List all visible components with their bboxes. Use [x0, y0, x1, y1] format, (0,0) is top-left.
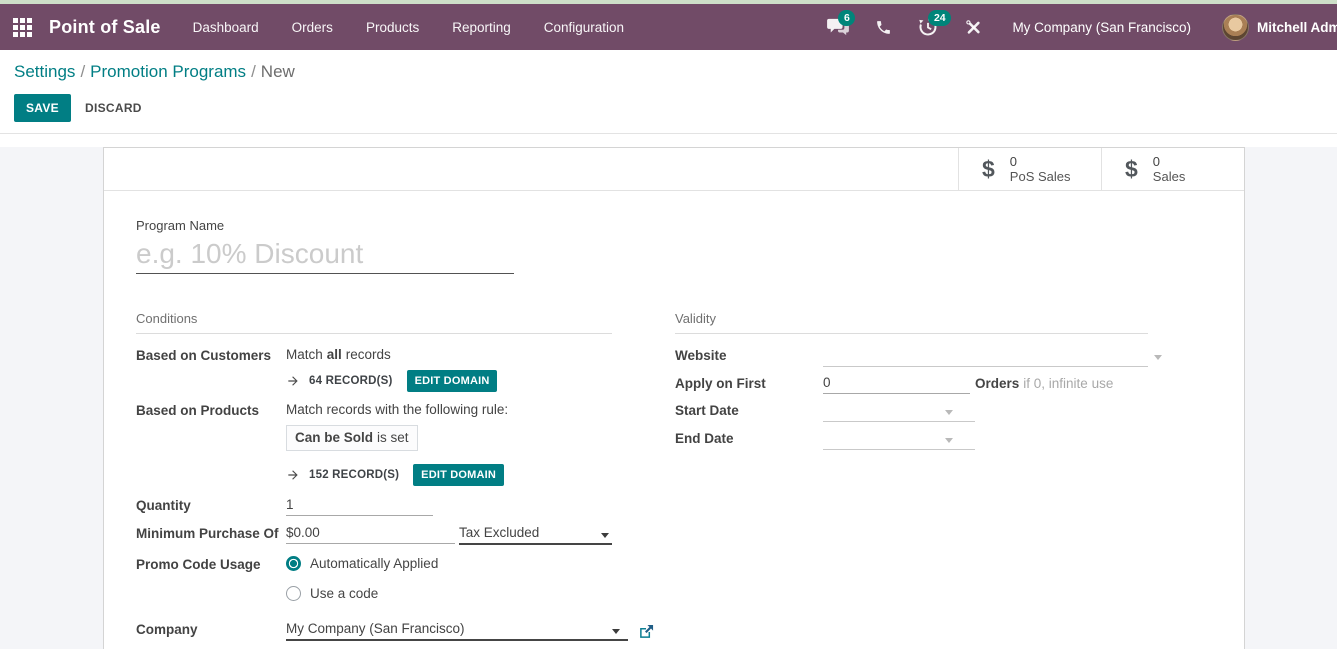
app-title[interactable]: Point of Sale [49, 17, 161, 38]
navbar-systray: 6 24 My Company [826, 14, 1337, 41]
radio-automatically-applied[interactable] [286, 556, 301, 571]
form-sheet: $ 0 PoS Sales $ 0 Sales Program Name [103, 147, 1245, 649]
caret-down-icon [612, 629, 620, 634]
content-area: $ 0 PoS Sales $ 0 Sales Program Name [0, 147, 1337, 649]
control-panel: Settings / Promotion Programs / New SAVE DIS… [0, 50, 1337, 134]
company-select[interactable]: My Company (San Francisco) [286, 621, 628, 641]
apps-menu-icon[interactable] [12, 17, 32, 37]
breadcrumb-separator: / [251, 62, 256, 81]
breadcrumb-settings[interactable]: Settings [14, 62, 75, 81]
promo-code-usage-label: Promo Code Usage [136, 556, 286, 572]
form-body: Program Name Conditions Based on Custome… [104, 191, 1244, 641]
nav-menu-configuration[interactable]: Configuration [544, 20, 624, 35]
apply-on-first-label: Apply on First [675, 375, 823, 391]
caret-down-icon [945, 438, 953, 443]
arrow-right-icon [286, 374, 300, 388]
breadcrumb-current: New [261, 62, 295, 81]
messages-button[interactable]: 6 [826, 15, 850, 39]
domain-rule-chip: Can be Soldis set [286, 425, 418, 451]
products-record-count-link[interactable]: 152 RECORD(S) [309, 469, 399, 481]
pos-sales-label: PoS Sales [1010, 169, 1071, 184]
minimum-purchase-label: Minimum Purchase Of [136, 525, 286, 541]
website-label: Website [675, 347, 823, 363]
dollar-icon: $ [982, 156, 995, 183]
breadcrumb-separator: / [80, 62, 85, 81]
arrow-right-icon [286, 468, 300, 482]
activities-badge: 24 [928, 10, 951, 26]
sales-label: Sales [1153, 169, 1186, 184]
validity-title: Validity [675, 311, 1148, 334]
caret-down-icon [1154, 355, 1162, 360]
end-date-label: End Date [675, 430, 823, 446]
breadcrumb-promotion-programs[interactable]: Promotion Programs [90, 62, 246, 81]
stat-button-sales[interactable]: $ 0 Sales [1101, 148, 1244, 190]
breadcrumb: Settings / Promotion Programs / New [14, 62, 1323, 82]
pos-sales-value: 0 [1010, 154, 1071, 169]
user-avatar [1222, 14, 1249, 41]
messages-badge: 6 [838, 10, 855, 26]
start-date-select[interactable] [823, 402, 975, 422]
based-on-products-label: Based on Products [136, 402, 286, 418]
discard-button[interactable]: DISCARD [85, 101, 142, 115]
sales-value: 0 [1153, 154, 1186, 169]
activities-button[interactable]: 24 [916, 15, 940, 39]
start-date-label: Start Date [675, 402, 823, 418]
company-external-link-icon[interactable] [639, 624, 654, 639]
website-select[interactable] [823, 347, 1148, 367]
form-action-buttons: SAVE DISCARD [14, 94, 1323, 122]
radio-automatically-applied-label[interactable]: Automatically Applied [310, 556, 438, 571]
minimum-purchase-input[interactable] [286, 525, 455, 544]
conditions-title: Conditions [136, 311, 612, 334]
products-match-text: Match records with the following rule: [286, 402, 508, 417]
radio-use-a-code-label[interactable]: Use a code [310, 586, 378, 601]
radio-use-a-code[interactable] [286, 586, 301, 601]
customers-record-count-link[interactable]: 64 RECORD(S) [309, 375, 393, 387]
tax-mode-select[interactable]: Tax Excluded [459, 525, 612, 545]
tools-button[interactable] [961, 15, 985, 39]
quantity-label: Quantity [136, 497, 286, 513]
nav-menus: Dashboard Orders Products Reporting Conf… [193, 20, 624, 35]
customers-edit-domain-button[interactable]: EDIT DOMAIN [407, 370, 498, 392]
main-navbar: Point of Sale Dashboard Orders Products … [0, 4, 1337, 50]
save-button[interactable]: SAVE [14, 94, 71, 122]
company-label: Company [136, 621, 286, 637]
apply-on-first-suffix: Ordersif 0, infinite use [975, 375, 1113, 391]
customers-match-text: Matchallrecords [286, 347, 391, 362]
company-switcher[interactable]: My Company (San Francisco) [1012, 20, 1191, 35]
form-button-box: $ 0 PoS Sales $ 0 Sales [104, 148, 1244, 191]
quantity-input[interactable] [286, 497, 433, 516]
nav-menu-orders[interactable]: Orders [292, 20, 333, 35]
caret-down-icon [945, 410, 953, 415]
based-on-customers-label: Based on Customers [136, 347, 286, 363]
caret-down-icon [601, 533, 609, 538]
program-name-input[interactable] [136, 238, 514, 270]
program-name-label: Program Name [136, 218, 1244, 233]
user-menu[interactable]: Mitchell Adm [1212, 14, 1337, 41]
nav-menu-reporting[interactable]: Reporting [452, 20, 511, 35]
nav-menu-products[interactable]: Products [366, 20, 419, 35]
nav-menu-dashboard[interactable]: Dashboard [193, 20, 259, 35]
products-edit-domain-button[interactable]: EDIT DOMAIN [413, 464, 504, 486]
end-date-select[interactable] [823, 430, 975, 450]
apply-on-first-input[interactable] [823, 375, 970, 394]
validity-group: Validity Website Apply on First Ordersif… [675, 311, 1148, 641]
stat-button-pos-sales[interactable]: $ 0 PoS Sales [958, 148, 1101, 190]
voip-button[interactable] [871, 15, 895, 39]
user-name: Mitchell Adm [1257, 20, 1337, 35]
crossed-tools-icon [965, 19, 982, 36]
program-name-field-wrap [136, 238, 514, 274]
phone-icon [875, 19, 892, 36]
conditions-group: Conditions Based on Customers Matchallre… [136, 311, 612, 641]
dollar-icon: $ [1125, 156, 1138, 183]
